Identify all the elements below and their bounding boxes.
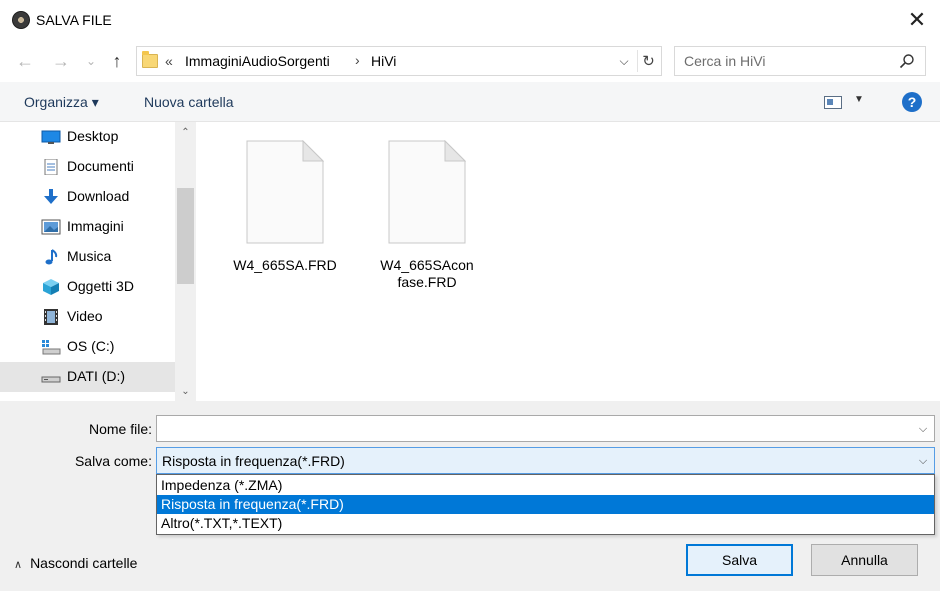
sidebar-item-musica[interactable]: Musica [0, 242, 175, 272]
view-dropdown-button[interactable]: ▼ [854, 94, 864, 105]
organize-button[interactable]: Organizza ▾ [24, 94, 99, 111]
file-item[interactable]: W4_665SAcon fase.FRD [362, 139, 492, 291]
savetype-value: Risposta in frequenza(*.FRD) [162, 453, 345, 469]
video-icon [44, 309, 58, 325]
savetype-options-list: Impedenza (*.ZMA) Risposta in frequenza(… [156, 474, 935, 535]
sidebar-item-label: Musica [67, 248, 112, 264]
breadcrumb-overflow[interactable]: « [165, 53, 173, 69]
filename-field[interactable] [161, 420, 901, 438]
download-icon [44, 189, 58, 204]
drive-icon [41, 376, 61, 383]
breadcrumb-item[interactable]: HiVi [371, 53, 396, 69]
sidebar-scrollbar[interactable]: ⌃ ⌄ [175, 122, 196, 401]
sidebar-item-immagini[interactable]: Immagini [0, 212, 175, 242]
savetype-label: Salva come: [74, 453, 152, 469]
scroll-up-button[interactable]: ⌃ [175, 122, 196, 142]
sidebar-item-label: Oggetti 3D [67, 278, 134, 294]
save-button[interactable]: Salva [686, 544, 793, 576]
cancel-button[interactable]: Annulla [811, 544, 918, 576]
sidebar-item-label: DATI (D:) [67, 368, 126, 384]
up-button[interactable]: ↑ [106, 50, 128, 72]
filename-dropdown-button[interactable]: ⌵ [914, 420, 932, 438]
back-button[interactable]: ← [14, 50, 36, 72]
file-name: W4_665SA.FRD [233, 257, 337, 273]
sidebar-item-label: Download [67, 188, 130, 204]
close-button[interactable]: ✕ [894, 0, 940, 40]
file-list-area[interactable]: W4_665SA.FRD W4_665SAcon fase.FRD [196, 122, 940, 401]
sidebar-item-download[interactable]: Download [0, 182, 175, 212]
sidebar-item-desktop[interactable]: Desktop [0, 122, 175, 152]
window-title: SALVA FILE [36, 12, 112, 28]
sidebar-item-label: Immagini [67, 218, 124, 234]
sidebar-item-oggetti-3d[interactable]: Oggetti 3D [0, 272, 175, 302]
hide-folders-label: Nascondi cartelle [30, 555, 138, 571]
file-item[interactable]: W4_665SA.FRD [220, 139, 350, 274]
breadcrumb-item[interactable]: ImmaginiAudioSorgenti [185, 53, 330, 69]
filename-label: Nome file: [88, 421, 152, 437]
forward-button[interactable]: → [50, 50, 72, 72]
filename-combobox[interactable]: ⌵ [156, 415, 935, 442]
file-name: W4_665SAcon [380, 257, 474, 273]
savetype-option[interactable]: Altro(*.TXT,*.TEXT) [157, 514, 934, 533]
os-drive-icon [42, 340, 61, 355]
title-bar: SALVA FILE ✕ [0, 0, 940, 40]
help-icon[interactable]: ? [902, 92, 922, 112]
search-box[interactable] [674, 46, 926, 76]
recent-locations-button[interactable]: ⌄ [80, 50, 102, 72]
folder-icon [142, 51, 158, 68]
file-icon [388, 139, 467, 244]
refresh-button[interactable]: ↻ [637, 50, 659, 72]
file-name-continuation: fase.FRD [397, 274, 457, 290]
savetype-option[interactable]: Risposta in frequenza(*.FRD) [157, 495, 934, 514]
pictures-icon [41, 219, 61, 235]
address-dropdown-button[interactable]: ⌵ [613, 50, 635, 72]
sidebar-item-dati-d[interactable]: DATI (D:) [0, 362, 175, 392]
3d-objects-icon [43, 279, 59, 295]
savetype-dropdown-button[interactable]: ⌵ [914, 452, 932, 470]
search-input[interactable] [684, 52, 884, 70]
disc-icon [12, 11, 30, 29]
savetype-select[interactable]: Risposta in frequenza(*.FRD) ⌵ [156, 447, 935, 474]
sidebar-item-label: Desktop [67, 128, 119, 144]
sidebar-item-label: Documenti [67, 158, 134, 174]
command-bar: Organizza ▾ Nuova cartella ▼ ? [0, 82, 940, 122]
view-options-icon[interactable] [824, 96, 842, 109]
navigation-pane: Desktop Documenti Download Immagini Musi… [0, 122, 196, 401]
search-icon[interactable] [899, 53, 915, 69]
desktop-icon [41, 130, 61, 144]
hide-folders-button[interactable]: ∧ Nascondi cartelle [14, 555, 137, 571]
chevron-up-icon: ∧ [14, 559, 23, 571]
sidebar-item-video[interactable]: Video [0, 302, 175, 332]
scroll-down-button[interactable]: ⌄ [175, 381, 196, 401]
documents-icon [44, 159, 58, 175]
save-form: Nome file: ⌵ Salva come: Risposta in fre… [0, 401, 940, 591]
address-bar[interactable]: « ImmaginiAudioSorgenti › HiVi ⌵ ↻ [136, 46, 662, 76]
sidebar-item-label: Video [67, 308, 103, 324]
file-icon [246, 139, 325, 244]
savetype-option[interactable]: Impedenza (*.ZMA) [157, 476, 934, 495]
music-icon [45, 249, 58, 265]
breadcrumb-separator[interactable]: › [355, 52, 360, 68]
navigation-bar: ← → ⌄ ↑ « ImmaginiAudioSorgenti › HiVi ⌵… [0, 40, 940, 82]
sidebar-item-os-c[interactable]: OS (C:) [0, 332, 175, 362]
sidebar-item-documenti[interactable]: Documenti [0, 152, 175, 182]
scrollbar-thumb[interactable] [177, 188, 194, 284]
new-folder-button[interactable]: Nuova cartella [144, 94, 234, 110]
sidebar-item-label: OS (C:) [67, 338, 115, 354]
